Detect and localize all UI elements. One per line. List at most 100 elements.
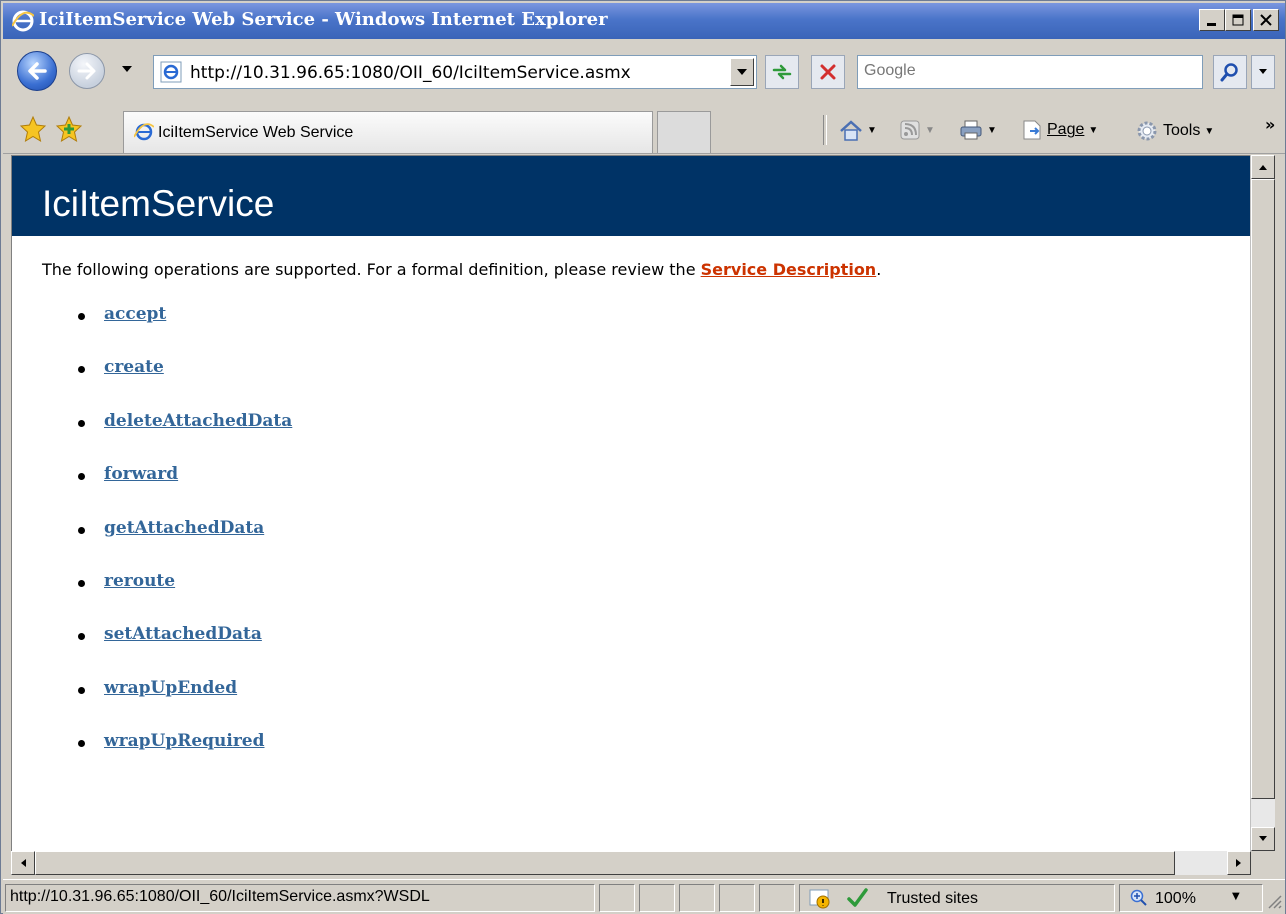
vertical-scrollbar[interactable] (1250, 155, 1275, 851)
bullet-icon (78, 419, 85, 427)
arrow-down-icon (1259, 836, 1267, 841)
maximize-button[interactable] (1225, 9, 1251, 31)
tools-gear-icon (1137, 121, 1157, 141)
page-content: IciItemService The following operations … (11, 155, 1250, 852)
arrow-right-icon (1236, 859, 1241, 867)
more-commands-chevron-icon[interactable]: » (1265, 115, 1275, 134)
new-tab-button[interactable] (657, 111, 711, 153)
security-zone-label: Trusted sites (887, 890, 978, 907)
forward-arrow-icon (77, 62, 96, 80)
status-cell (639, 884, 675, 912)
ie-page-icon (160, 61, 182, 83)
add-favorites-icon[interactable] (55, 115, 83, 143)
tab-current[interactable]: IciItemService Web Service (123, 111, 653, 153)
page-menu-label: Page (1047, 121, 1085, 138)
bullet-icon (78, 473, 85, 481)
page-menu[interactable]: Page ▼ (1021, 119, 1098, 141)
refresh-button[interactable] (765, 55, 799, 89)
minimize-icon (1207, 23, 1216, 26)
status-cell (759, 884, 795, 912)
command-bar-separator (823, 115, 827, 145)
horizontal-scrollbar[interactable] (11, 851, 1251, 875)
scroll-up-button[interactable] (1251, 155, 1275, 179)
scrollbar-corner (1251, 851, 1275, 875)
print-button[interactable]: ▼ (959, 119, 997, 141)
intro-paragraph: The following operations are supported. … (42, 260, 881, 279)
operation-link-wrapupended[interactable]: wrapUpEnded (104, 678, 237, 698)
bullet-icon (78, 366, 85, 374)
page-heading: IciItemService (42, 183, 275, 224)
arrow-left-icon (21, 859, 26, 867)
scroll-left-button[interactable] (11, 851, 35, 875)
minimize-button[interactable] (1199, 9, 1225, 31)
operation-link-reroute[interactable]: reroute (104, 571, 175, 591)
print-icon (960, 120, 982, 140)
status-url-cell: http://10.31.96.65:1080/OII_60/IciItemSe… (5, 884, 595, 912)
feeds-icon (900, 120, 920, 140)
chevron-down-icon (1259, 69, 1267, 74)
horizontal-scroll-thumb[interactable] (35, 851, 1175, 875)
address-bar[interactable]: http://10.31.96.65:1080/OII_60/IciItemSe… (153, 55, 757, 89)
scroll-right-button[interactable] (1227, 851, 1251, 875)
bullet-icon (78, 740, 85, 748)
search-input[interactable]: Google (857, 55, 1203, 89)
favorites-tab-bar: IciItemService Web Service ▼ ▼ ▼ Page ▼ … (3, 105, 1285, 154)
operation-link-forward[interactable]: forward (104, 464, 178, 484)
status-cell (599, 884, 635, 912)
operation-link-deleteattacheddata[interactable]: deleteAttachedData (104, 411, 292, 431)
operation-link-create[interactable]: create (104, 357, 164, 377)
status-cell (679, 884, 715, 912)
chevron-down-icon[interactable]: ▼ (1204, 126, 1214, 137)
operation-link-setattacheddata[interactable]: setAttachedData (104, 624, 262, 644)
chevron-down-icon[interactable]: ▼ (987, 125, 997, 136)
recent-pages-dropdown[interactable] (121, 65, 133, 73)
service-description-link[interactable]: Service Description (701, 260, 877, 279)
back-button[interactable] (17, 51, 57, 91)
operation-link-wrapuprequired[interactable]: wrapUpRequired (104, 731, 265, 751)
close-window-button[interactable] (1253, 9, 1279, 31)
tools-menu-label: Tools (1163, 122, 1201, 139)
bullet-icon (78, 313, 85, 320)
title-bar[interactable]: IciItemService Web Service - Windows Int… (3, 3, 1285, 39)
home-icon (840, 120, 862, 141)
stop-icon (820, 64, 836, 80)
favorites-star-icon[interactable] (19, 115, 47, 143)
chevron-down-icon[interactable]: ▼ (1088, 125, 1098, 136)
forward-button[interactable] (69, 53, 105, 89)
resize-grip-icon[interactable] (1265, 892, 1283, 910)
bullet-icon (78, 526, 85, 534)
home-button[interactable]: ▼ (839, 119, 877, 141)
stop-button[interactable] (811, 55, 845, 89)
search-button[interactable] (1213, 55, 1247, 89)
page-icon (1023, 120, 1041, 140)
status-bar: http://10.31.96.65:1080/OII_60/IciItemSe… (3, 879, 1285, 914)
operation-link-accept[interactable]: accept (104, 304, 166, 324)
bullet-icon (78, 633, 85, 641)
tab-label: IciItemService Web Service (158, 124, 354, 141)
ie-logo-icon (134, 123, 154, 141)
tools-menu[interactable]: Tools ▼ (1135, 119, 1214, 143)
search-options-dropdown[interactable] (1251, 55, 1275, 89)
scroll-down-button[interactable] (1251, 827, 1275, 851)
chevron-down-icon[interactable]: ▼ (867, 125, 877, 136)
status-url: http://10.31.96.65:1080/OII_60/IciItemSe… (10, 888, 430, 905)
arrow-up-icon (1259, 165, 1267, 170)
status-cell (719, 884, 755, 912)
navigation-bar: http://10.31.96.65:1080/OII_60/IciItemSe… (3, 41, 1285, 105)
chevron-down-icon[interactable]: ▼ (1232, 891, 1240, 902)
page-heading-banner: IciItemService (12, 156, 1250, 236)
chevron-down-icon[interactable]: ▼ (925, 125, 935, 136)
protected-mode-icon (809, 889, 830, 909)
bullet-icon (78, 686, 85, 694)
back-arrow-icon (28, 62, 47, 80)
browser-window: IciItemService Web Service - Windows Int… (0, 0, 1286, 914)
search-icon (1220, 63, 1238, 82)
address-dropdown-button[interactable] (730, 58, 754, 86)
zoom-level: 100% (1155, 890, 1196, 907)
address-url: http://10.31.96.65:1080/OII_60/IciItemSe… (190, 63, 631, 83)
close-icon (1260, 14, 1272, 26)
intro-suffix: . (876, 260, 882, 279)
scroll-thumb[interactable] (1251, 179, 1275, 799)
operation-link-getattacheddata[interactable]: getAttachedData (104, 518, 264, 538)
feeds-button[interactable]: ▼ (899, 119, 935, 141)
